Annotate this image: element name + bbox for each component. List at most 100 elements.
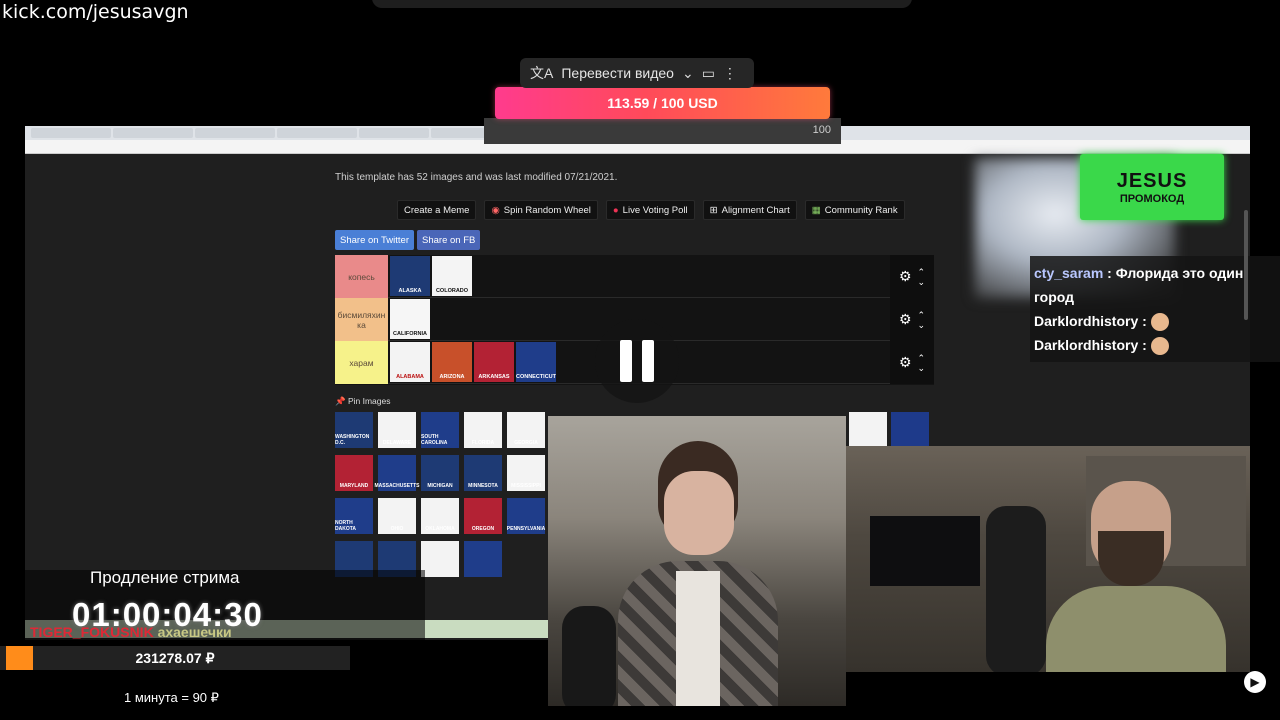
create-meme-label: Create a Meme	[404, 204, 470, 216]
webcam-left	[548, 416, 846, 706]
pin-flag[interactable]: DELAWARE	[378, 412, 416, 448]
move-down-icon[interactable]: ⌄	[918, 277, 926, 287]
kick-logo-icon[interactable]: ▶	[1244, 671, 1266, 693]
share-buttons: Share on Twitter Share on FB	[335, 230, 481, 250]
share-fb-label: Share on FB	[422, 234, 476, 246]
tier-row: копесь ALASKA COLORADO ⚙ ⌃ ⌄	[335, 255, 934, 298]
pin-flag[interactable]: PENNSYLVANIA	[507, 498, 545, 534]
pin-flag[interactable]: MISSISSIPPI	[507, 455, 545, 491]
move-up-icon[interactable]: ⌃	[918, 267, 926, 277]
tier-flag[interactable]: CONNECTICUT	[516, 342, 556, 382]
gear-icon[interactable]: ⚙	[899, 311, 912, 328]
chat-message: cty_saram : Флорида это один город	[1034, 265, 1244, 305]
streamer-right	[1036, 481, 1236, 672]
pin-flag[interactable]	[464, 541, 502, 577]
pause-bar-left	[620, 340, 632, 382]
spin-wheel-label: Spin Random Wheel	[503, 204, 591, 216]
template-info: This template has 52 images and was last…	[335, 172, 618, 183]
share-fb-button[interactable]: Share on FB	[417, 230, 481, 250]
channel-url: kick.com/jesusavgn	[0, 0, 191, 24]
ticker-message: TIGER_FOKUSNIK ахаешечки	[30, 624, 232, 640]
tier-controls: ⚙ ⌃ ⌄	[890, 255, 934, 298]
pin-flag[interactable]: FLORIDA	[464, 412, 502, 448]
subtitles-icon[interactable]: ▭	[702, 65, 715, 82]
promo-badge[interactable]: JESUS ПРОМОКОД	[1080, 154, 1224, 220]
voting-poll-button[interactable]: ● Live Voting Poll	[605, 200, 695, 220]
tier-label[interactable]: бисмиляхин ка	[335, 298, 388, 341]
webcam-right	[846, 446, 1250, 672]
pin-flag[interactable]: MINNESOTA	[464, 455, 502, 491]
share-twitter-button[interactable]: Share on Twitter	[335, 230, 415, 250]
pin-flag[interactable]: OHIO	[378, 498, 416, 534]
move-down-icon[interactable]: ⌄	[918, 363, 926, 373]
tier-flag[interactable]: ALASKA	[390, 256, 430, 296]
chat-username[interactable]: Darklordhistory	[1034, 337, 1138, 353]
pin-flag[interactable]: MASSACHUSETTS	[375, 455, 420, 491]
share-twitter-label: Share on Twitter	[340, 234, 410, 246]
promo-small-text: ПРОМОКОД	[1119, 192, 1185, 205]
translate-label: Перевести видео	[561, 65, 674, 81]
alignment-chart-button[interactable]: ⊞ Alignment Chart	[702, 200, 797, 220]
chat-username[interactable]: cty_saram	[1034, 265, 1103, 281]
more-vertical-icon[interactable]: ⋮	[723, 65, 737, 82]
pin-flag[interactable]	[421, 541, 459, 577]
tier-flag[interactable]: ARIZONA	[432, 342, 472, 382]
gear-icon[interactable]: ⚙	[899, 268, 912, 285]
tier-flag[interactable]: ARKANSAS	[474, 342, 514, 382]
grid-icon: ⊞	[709, 204, 718, 216]
pin-flag[interactable]: NORTH DAKOTA	[335, 498, 373, 534]
chevron-down-icon[interactable]: ⌄	[682, 65, 694, 82]
tv-screen	[870, 516, 980, 586]
pin-flag[interactable]	[891, 412, 929, 448]
chat-panel: cty_saram : Флорида это один город Darklo…	[1030, 256, 1280, 362]
translate-icon: 文A	[530, 65, 554, 81]
pin-flag[interactable]: MARYLAND	[335, 455, 373, 491]
pin-images-label[interactable]: 📌 Pin Images	[335, 396, 390, 407]
move-up-icon[interactable]: ⌃	[918, 310, 926, 320]
tier-flag[interactable]: COLORADO	[432, 256, 472, 296]
pin-images-text: Pin Images	[347, 396, 391, 406]
extension-progress: 231278.07 ₽	[0, 646, 350, 670]
pin-flag[interactable]: SOUTH CAROLINA	[421, 412, 459, 448]
microphone	[562, 606, 616, 706]
total-amount: 231278.07 ₽	[135, 650, 215, 666]
tier-flag[interactable]: CALIFORNIA	[390, 299, 430, 339]
tier-controls: ⚙ ⌃ ⌄	[890, 341, 934, 384]
pause-bar-right	[642, 340, 654, 382]
action-buttons: Create a Meme ◉ Spin Random Wheel ● Live V…	[397, 200, 905, 220]
spin-wheel-button[interactable]: ◉ Spin Random Wheel	[484, 200, 598, 220]
voting-poll-label: Live Voting Poll	[622, 204, 688, 216]
extend-stream-title: Продление стрима	[90, 568, 240, 587]
pause-button[interactable]	[595, 319, 679, 403]
tier-flag[interactable]: ALABAMA	[390, 342, 430, 382]
move-down-icon[interactable]: ⌄	[918, 320, 926, 330]
donation-goal-bar: 113.59 / 100 USD	[495, 87, 830, 119]
pin-flag[interactable]: OREGON	[464, 498, 502, 534]
community-rank-button[interactable]: ▦ Community Rank	[804, 200, 905, 220]
tier-label[interactable]: копесь	[335, 255, 388, 298]
gaming-chair	[986, 506, 1046, 672]
rate-text: 1 минута = 90 ₽	[124, 690, 219, 705]
chat-scrollbar[interactable]	[1244, 210, 1248, 320]
pin-flag[interactable]	[849, 412, 887, 448]
rank-icon: ▦	[811, 204, 821, 216]
emoji-icon	[1150, 313, 1169, 332]
ticker-text: ахаешечки	[157, 624, 232, 640]
alignment-chart-label: Alignment Chart	[721, 204, 790, 216]
translate-video-bar[interactable]: 文A Перевести видео ⌄ ▭ ⋮	[520, 58, 754, 88]
pin-flag[interactable]: WASHINGTON D.C.	[335, 412, 373, 448]
pin-flag[interactable]: MICHIGAN	[421, 455, 459, 491]
stream-stage: kick.com/jesusavgn 文A Перевести видео ⌄ …	[0, 0, 1280, 720]
create-meme-button[interactable]: Create a Meme	[397, 200, 477, 220]
chat-message: Darklordhistory :	[1034, 309, 1276, 333]
pin-flag[interactable]: GEORGIA	[507, 412, 545, 448]
emoji-icon	[1150, 337, 1169, 356]
chat-username[interactable]: Darklordhistory	[1034, 313, 1138, 329]
tier-label[interactable]: харам	[335, 341, 388, 384]
top-search-pill[interactable]	[372, 0, 912, 8]
gear-icon[interactable]: ⚙	[899, 354, 912, 371]
poll-icon: ●	[612, 204, 619, 216]
pin-flag[interactable]: OKLAHOMA	[421, 498, 459, 534]
move-up-icon[interactable]: ⌃	[918, 353, 926, 363]
donation-goal-text: 113.59 / 100 USD	[607, 95, 718, 111]
